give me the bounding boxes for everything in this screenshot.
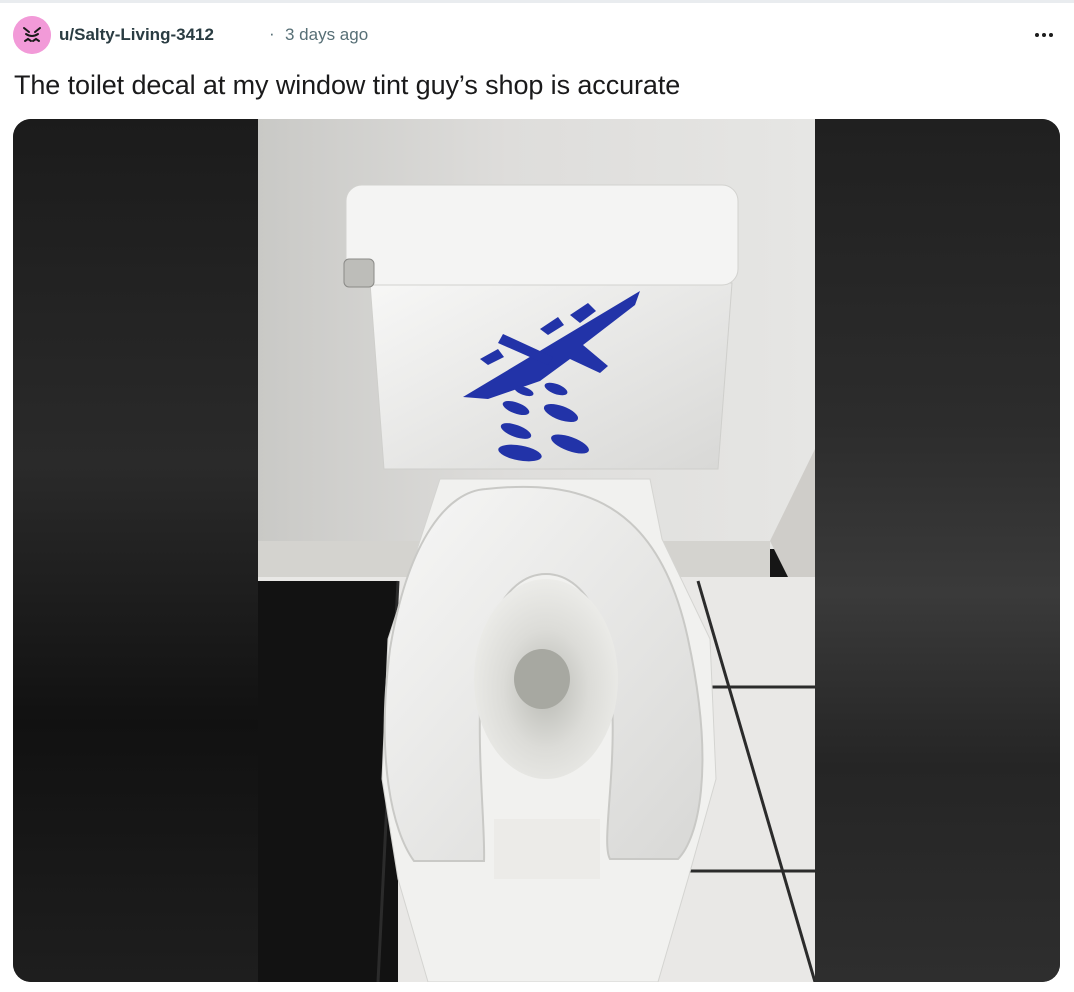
author-link[interactable]: u/Salty-Living-3412 (59, 25, 214, 45)
avatar[interactable] (13, 16, 51, 54)
toilet-photo (258, 119, 815, 982)
more-options-button[interactable] (1029, 24, 1059, 46)
image-blur-right (815, 119, 1060, 982)
post-header: u/Salty-Living-3412 · 3 days ago (13, 16, 1063, 56)
post-title[interactable]: The toilet decal at my window tint guy’s… (14, 70, 680, 101)
meta-separator: · (269, 24, 275, 43)
post-timestamp: 3 days ago (285, 25, 369, 44)
image-blur-left (13, 119, 258, 982)
more-options-icon (1035, 33, 1039, 37)
more-options-icon-dot (1049, 33, 1053, 37)
top-divider (0, 0, 1074, 3)
avatar-icon (13, 16, 51, 54)
more-options-icon-dot (1042, 33, 1046, 37)
post-image[interactable] (13, 119, 1060, 982)
